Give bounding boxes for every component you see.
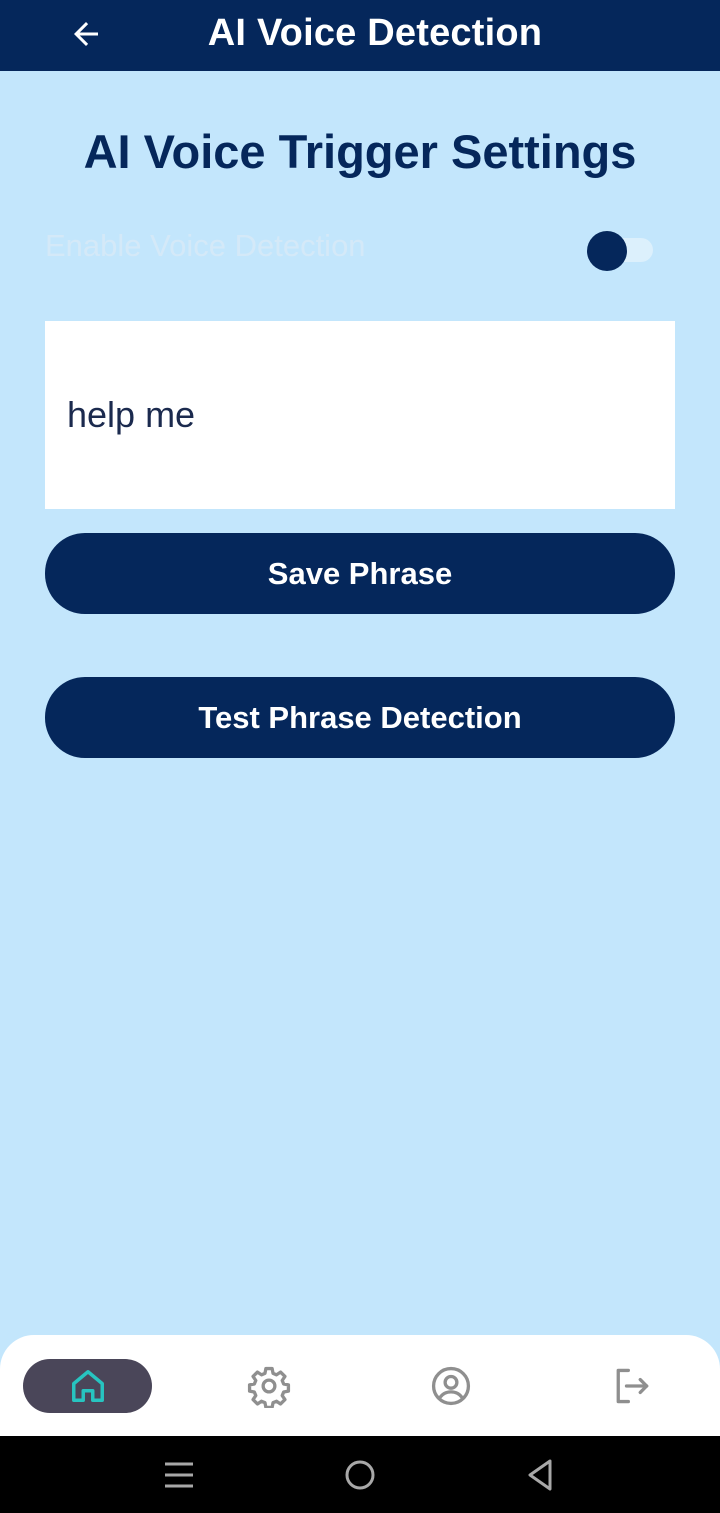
logout-icon	[616, 1368, 649, 1404]
bottom-nav	[0, 1335, 720, 1436]
voice-detection-toggle[interactable]	[587, 226, 653, 271]
nav-home[interactable]	[23, 1359, 152, 1413]
nav-settings[interactable]	[229, 1359, 309, 1413]
system-nav-bar	[0, 1436, 720, 1513]
save-phrase-button[interactable]: Save Phrase	[45, 533, 675, 614]
nav-logout[interactable]	[592, 1359, 672, 1413]
system-back-button[interactable]	[515, 1450, 565, 1500]
system-home-button[interactable]	[335, 1450, 385, 1500]
voice-detection-row: Enable Voice Detection	[45, 220, 675, 274]
voice-detection-label: Enable Voice Detection	[45, 228, 366, 263]
home-icon	[71, 1370, 104, 1402]
toggle-thumb	[587, 231, 627, 271]
gear-icon	[247, 1366, 291, 1408]
trigger-phrase-input[interactable]	[45, 321, 675, 509]
app-bar-title: AI Voice Detection	[207, 12, 543, 54]
user-circle-icon	[431, 1366, 471, 1406]
home-circle-icon	[345, 1460, 375, 1490]
test-phrase-detection-button[interactable]: Test Phrase Detection	[45, 677, 675, 758]
nav-profile[interactable]	[411, 1359, 491, 1413]
back-triangle-icon	[528, 1459, 552, 1491]
menu-icon	[165, 1462, 193, 1488]
page-title: AI Voice Trigger Settings	[83, 125, 637, 178]
system-menu-button[interactable]	[154, 1450, 204, 1500]
app-bar: AI Voice Detection	[0, 0, 720, 71]
